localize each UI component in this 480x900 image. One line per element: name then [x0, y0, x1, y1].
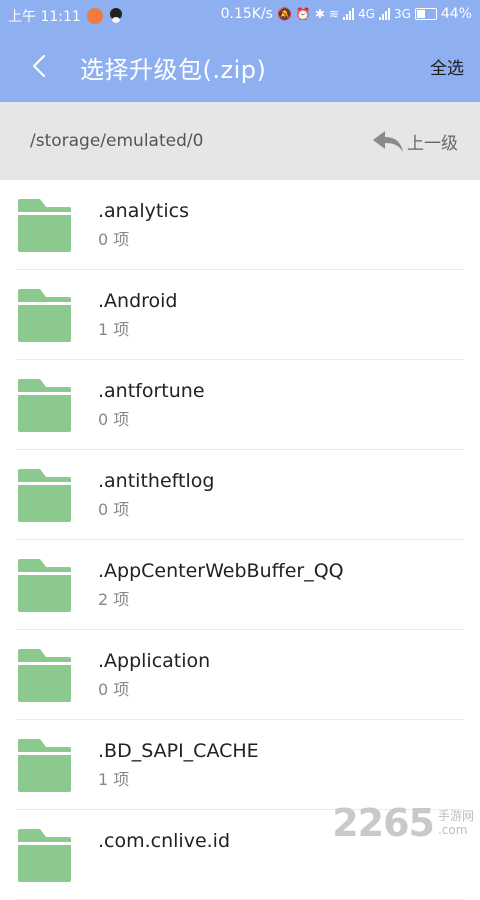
folder-name: .antfortune: [98, 380, 205, 402]
folder-item-count: 0 项: [98, 680, 130, 699]
signal-icon-2: [378, 8, 390, 20]
folder-item-count: 2 项: [98, 590, 130, 609]
folder-icon: [18, 649, 71, 702]
battery-icon: [414, 8, 437, 20]
notification-app-icon: [86, 8, 103, 24]
folder-icon: [18, 379, 71, 432]
status-bar: 上午 11:11 0.15K/s 🔕 ⏰ ✱ ≋ 4G 3G 44%: [0, 0, 480, 30]
page-title: 选择升级包(.zip): [80, 56, 267, 84]
chevron-left-icon: [32, 54, 46, 78]
network-speed: 0.15K/s: [220, 6, 273, 22]
site-watermark: 2265 手游网 .com: [332, 801, 474, 845]
path-bar: /storage/emulated/0 上一级: [0, 102, 480, 180]
watermark-sub-line2: .com: [437, 823, 468, 837]
network-type-3g: 3G: [393, 7, 411, 21]
qq-penguin-icon: [109, 8, 123, 24]
watermark-sub-line1: 手游网: [437, 809, 474, 823]
folder-icon: [18, 199, 71, 252]
folder-icon: [18, 469, 71, 522]
folder-icon: [18, 559, 71, 612]
mute-bell-icon: 🔕: [276, 7, 292, 21]
folder-name: .Application: [98, 650, 211, 672]
folder-item-count: 0 项: [98, 410, 130, 429]
folder-name: .AppCenterWebBuffer_QQ: [98, 560, 344, 582]
parent-directory-button[interactable]: 上一级: [371, 128, 458, 154]
list-item[interactable]: .analytics 0 项: [16, 180, 464, 270]
status-time: 上午 11:11: [8, 9, 81, 25]
watermark-logo-text: 2265: [332, 801, 435, 845]
folder-item-count: 1 项: [98, 770, 130, 789]
watermark-subtitle: 手游网 .com: [438, 809, 474, 837]
folder-name: .Android: [98, 290, 178, 312]
signal-icon: [343, 8, 354, 20]
folder-item-count: 0 项: [98, 500, 130, 519]
list-item[interactable]: .Application 0 项: [16, 630, 464, 720]
list-item[interactable]: .Android 1 项: [16, 270, 464, 360]
folder-name: .antitheftlog: [98, 470, 215, 492]
parent-directory-label: 上一级: [407, 133, 458, 154]
file-list: .analytics 0 项 .Android 1 项 .antfortune …: [0, 180, 480, 900]
list-item[interactable]: .BD_SAPI_CACHE 1 项: [16, 720, 464, 810]
list-item[interactable]: .AppCenterWebBuffer_QQ 2 项: [16, 540, 464, 630]
battery-level: 44%: [440, 6, 472, 22]
folder-name: .com.cnlive.id: [98, 830, 231, 852]
list-item[interactable]: .antitheftlog 0 项: [16, 450, 464, 540]
folder-name: .analytics: [98, 200, 189, 222]
status-bar-left: 上午 11:11: [8, 6, 123, 26]
folder-icon: [18, 289, 71, 342]
current-path: /storage/emulated/0: [30, 131, 204, 151]
select-all-button[interactable]: 全选: [430, 54, 464, 79]
network-type-4g: 4G: [358, 7, 375, 21]
folder-icon: [18, 829, 71, 882]
folder-item-count: 0 项: [98, 230, 130, 249]
alarm-icon: ⏰: [295, 7, 311, 21]
folder-icon: [18, 739, 71, 792]
app-header: 选择升级包(.zip) 全选: [0, 30, 480, 102]
folder-name: .BD_SAPI_CACHE: [98, 740, 259, 762]
back-arrow-icon: [373, 131, 403, 152]
wifi-icon: ≋: [328, 7, 339, 21]
folder-item-count: 1 项: [98, 320, 130, 339]
back-button[interactable]: [22, 48, 58, 84]
list-item[interactable]: .antfortune 0 项: [16, 360, 464, 450]
status-bar-right: 0.15K/s 🔕 ⏰ ✱ ≋ 4G 3G 44%: [221, 6, 472, 22]
bluetooth-icon: ✱: [314, 7, 325, 21]
